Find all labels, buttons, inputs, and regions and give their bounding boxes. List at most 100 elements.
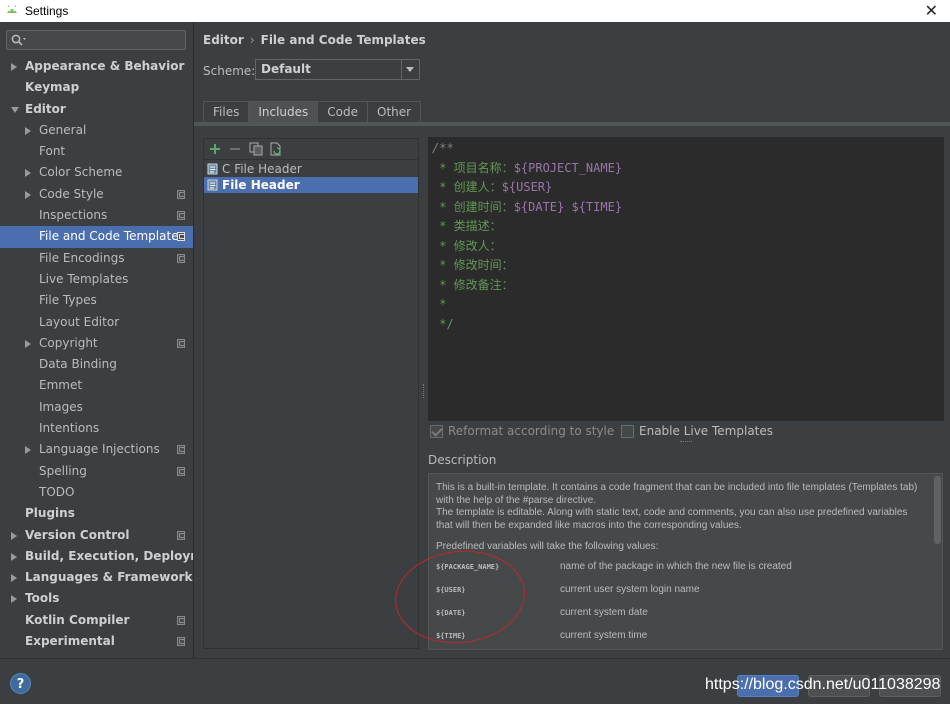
code-comment-text: /**: [432, 141, 454, 155]
scheme-select[interactable]: Default: [255, 59, 420, 80]
breadcrumb-current: File and Code Templates: [260, 33, 426, 47]
chevron-down-icon[interactable]: [11, 106, 19, 113]
project-scope-icon: [177, 615, 185, 625]
sidebar-item-emmet[interactable]: Emmet: [0, 375, 193, 396]
template-variable: ${PROJECT_NAME}: [513, 160, 623, 175]
project-scope-icon: [177, 232, 185, 242]
breadcrumb: Editor › File and Code Templates: [203, 33, 426, 47]
description-scrollbar[interactable]: [934, 476, 941, 544]
variable-description: current system time: [560, 630, 648, 641]
sidebar-item-editor[interactable]: Editor: [0, 99, 193, 120]
template-code-editor[interactable]: /** * 项目名称：${PROJECT_NAME} * 创建人：${USER}…: [428, 137, 944, 421]
template-tabs: Files Includes Code Other: [203, 101, 422, 123]
sidebar-item-color-scheme[interactable]: Color Scheme: [0, 162, 193, 183]
window-title: Settings: [25, 4, 69, 18]
chevron-right-icon[interactable]: [11, 531, 17, 540]
sidebar-item-label: General: [39, 122, 87, 137]
code-comment-text: * 类描述：: [432, 219, 502, 233]
search-input[interactable]: [6, 30, 186, 50]
sidebar-item-label: Code Style: [39, 186, 104, 201]
sidebar-item-label: Copyright: [39, 335, 98, 350]
code-line: * 创建人：${USER}: [432, 178, 552, 196]
template-list-item[interactable]: File Header: [204, 177, 418, 193]
breadcrumb-separator: ›: [249, 33, 255, 47]
project-scope-icon: [177, 637, 185, 647]
project-scope-icon: [177, 338, 185, 348]
title-bar: Settings ✕: [0, 0, 950, 22]
tab-code[interactable]: Code: [317, 101, 369, 123]
search-icon: [11, 34, 26, 46]
sidebar-item-general[interactable]: General: [0, 120, 193, 141]
description-label: Description: [428, 453, 497, 467]
chevron-right-icon[interactable]: [11, 595, 17, 604]
project-scope-icon: [177, 445, 185, 455]
variable-description: current system date: [560, 607, 648, 618]
template-list-item[interactable]: C File Header: [204, 161, 418, 177]
chevron-right-icon[interactable]: [11, 574, 17, 583]
sidebar-item-copyright[interactable]: Copyright: [0, 333, 193, 354]
sidebar-item-label: Font: [39, 144, 66, 159]
template-label: File Header: [222, 178, 300, 192]
sidebar-item-label: TODO: [39, 484, 75, 499]
reset-icon[interactable]: [268, 141, 284, 157]
sidebar-item-label: File and Code Templates: [39, 229, 185, 244]
resize-grip[interactable]: [680, 441, 692, 443]
close-icon[interactable]: ✕: [925, 1, 938, 20]
copy-icon[interactable]: [248, 141, 264, 157]
splitter-handle[interactable]: [423, 384, 426, 398]
help-icon[interactable]: ?: [10, 673, 31, 694]
code-comment-text: * 创建时间：: [432, 199, 514, 214]
sidebar-item-file-types[interactable]: File Types: [0, 290, 193, 311]
sidebar-item-font[interactable]: Font: [0, 141, 193, 162]
sidebar-item-label: Keymap: [25, 80, 80, 95]
sidebar-item-data-binding[interactable]: Data Binding: [0, 354, 193, 375]
chevron-right-icon[interactable]: [25, 190, 31, 199]
sidebar-item-tools[interactable]: Tools: [0, 588, 193, 609]
chevron-right-icon[interactable]: [25, 126, 31, 135]
chevron-right-icon[interactable]: [11, 63, 17, 71]
sidebar-item-languages-frameworks[interactable]: Languages & Frameworks: [0, 567, 200, 588]
code-line: */: [432, 315, 453, 333]
sidebar-item-spelling[interactable]: Spelling: [0, 461, 193, 482]
sidebar-item-version-control[interactable]: Version Control: [0, 525, 193, 546]
chevron-right-icon[interactable]: [11, 552, 17, 561]
reformat-checkbox[interactable]: [430, 425, 443, 438]
add-icon[interactable]: [207, 141, 223, 157]
sidebar-item-experimental[interactable]: Experimental: [0, 631, 193, 652]
live-templates-checkbox[interactable]: [621, 425, 634, 438]
code-line: * 修改时间：: [432, 256, 513, 274]
tab-other[interactable]: Other: [367, 101, 422, 123]
reformat-label: Reformat according to style: [448, 424, 615, 438]
sidebar-item-intentions[interactable]: Intentions: [0, 418, 193, 439]
sidebar-item-label: File Encodings: [39, 250, 125, 265]
code-line: /**: [432, 139, 454, 157]
remove-icon[interactable]: [227, 141, 243, 157]
description-paragraph-1: This is a built-in template. It contains…: [436, 482, 918, 506]
sidebar-item-images[interactable]: Images: [0, 397, 193, 418]
sidebar-item-appearance-behavior[interactable]: Appearance & Behavior: [0, 56, 193, 77]
code-line: * 项目名称：${PROJECT_NAME}: [432, 159, 622, 177]
sidebar-item-live-templates[interactable]: Live Templates: [0, 269, 193, 290]
sidebar-item-language-injections[interactable]: Language Injections: [0, 439, 193, 460]
template-list: C File Header File Header: [204, 161, 418, 193]
template-variable: ${DATE} ${TIME}: [513, 199, 623, 214]
sidebar-item-file-and-code-templates[interactable]: File and Code Templates: [0, 226, 193, 248]
sidebar-item-plugins[interactable]: Plugins: [0, 503, 193, 524]
sidebar-item-inspections[interactable]: Inspections: [0, 205, 193, 226]
sidebar-item-label: Plugins: [25, 506, 75, 521]
tab-files[interactable]: Files: [203, 101, 250, 123]
sidebar-item-label: Tools: [25, 591, 60, 606]
chevron-right-icon[interactable]: [25, 169, 31, 178]
sidebar-item-todo[interactable]: TODO: [0, 482, 193, 503]
sidebar-item-label: Kotlin Compiler: [25, 612, 130, 627]
chevron-right-icon[interactable]: [25, 339, 31, 348]
sidebar-item-keymap[interactable]: Keymap: [0, 77, 193, 98]
chevron-right-icon[interactable]: [25, 446, 31, 455]
sidebar-item-code-style[interactable]: Code Style: [0, 184, 193, 205]
sidebar-item-kotlin-compiler[interactable]: Kotlin Compiler: [0, 610, 193, 631]
sidebar-item-file-encodings[interactable]: File Encodings: [0, 248, 193, 269]
chevron-down-icon[interactable]: [401, 60, 419, 79]
sidebar-item-build-execution-deployment[interactable]: Build, Execution, Deployment: [0, 546, 225, 567]
sidebar-item-layout-editor[interactable]: Layout Editor: [0, 312, 193, 333]
tab-includes[interactable]: Includes: [248, 101, 319, 123]
